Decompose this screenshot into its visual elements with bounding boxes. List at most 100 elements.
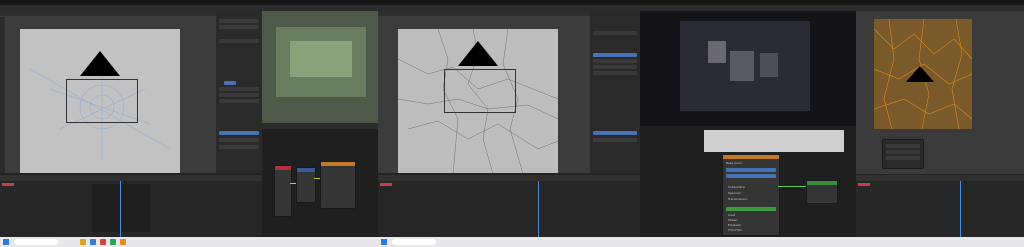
- blender-window-3: [378, 0, 641, 247]
- taskbar-search[interactable]: [392, 239, 436, 245]
- properties-panel[interactable]: [216, 11, 262, 173]
- timeline-header[interactable]: [856, 175, 1024, 181]
- panel-row[interactable]: [219, 19, 259, 23]
- panel-row[interactable]: [219, 99, 259, 103]
- node-header: [297, 168, 315, 172]
- timeline[interactable]: [378, 175, 640, 237]
- timeline-header[interactable]: [0, 175, 262, 181]
- playhead[interactable]: [120, 181, 121, 237]
- app-icon[interactable]: [100, 239, 106, 245]
- panel-row-selected[interactable]: [224, 81, 236, 85]
- frame-rectangle: [444, 69, 516, 113]
- app-icon[interactable]: [80, 239, 86, 245]
- node-header: [807, 181, 837, 185]
- panel-row[interactable]: [593, 65, 637, 69]
- blender-window-1: File Edit Render Window Help: [0, 0, 263, 247]
- menu-row[interactable]: [886, 144, 920, 148]
- panel-row[interactable]: [219, 25, 259, 29]
- app-icon[interactable]: [110, 239, 116, 245]
- shader-node[interactable]: [296, 167, 316, 203]
- node-header: [321, 162, 355, 166]
- panel-row-selected[interactable]: [219, 131, 259, 135]
- panel-row[interactable]: [219, 138, 259, 142]
- menu-row[interactable]: [886, 156, 920, 160]
- node-field-selected[interactable]: [726, 168, 776, 172]
- popup-menu[interactable]: [882, 139, 924, 169]
- shader-editor[interactable]: Base Color Subsurface Specular Transmiss…: [640, 126, 856, 237]
- 3d-viewport[interactable]: [262, 11, 378, 123]
- taskbar-search[interactable]: [14, 239, 58, 245]
- shader-item: Specular: [728, 191, 742, 195]
- windows-start-icon[interactable]: [3, 239, 9, 245]
- panel-row[interactable]: [219, 87, 259, 91]
- windows-taskbar: [0, 237, 262, 247]
- principled-bsdf-node[interactable]: [320, 161, 356, 209]
- windows-taskbar: [378, 237, 640, 247]
- rendered-viewport[interactable]: [640, 11, 856, 126]
- shader-item: Sheen: [728, 218, 738, 222]
- screenshot-strip: File Edit Render Window Help: [0, 0, 1024, 247]
- 3d-viewport[interactable]: [0, 11, 216, 173]
- timeline-header[interactable]: [378, 175, 640, 181]
- windows-taskbar: [856, 237, 1024, 247]
- principled-bsdf-node[interactable]: Base Color Subsurface Specular Transmiss…: [722, 154, 780, 236]
- panel-row[interactable]: [593, 71, 637, 75]
- node-field-green[interactable]: [726, 207, 776, 211]
- shader-item: Coat: [728, 213, 735, 217]
- node-link: [314, 178, 320, 179]
- viewport-header[interactable]: [0, 11, 216, 16]
- triangle-shape: [458, 41, 498, 66]
- blender-window-5: [856, 0, 1024, 247]
- playhead[interactable]: [538, 181, 539, 237]
- frame-rectangle: [66, 79, 138, 123]
- triangle-shape: [80, 51, 120, 76]
- app-icon[interactable]: [90, 239, 96, 245]
- timeline-range-marker: [2, 183, 14, 186]
- panel-row[interactable]: [219, 39, 259, 43]
- picture-frame: [730, 51, 754, 81]
- properties-panel[interactable]: [590, 11, 640, 173]
- panel-row[interactable]: [593, 59, 637, 63]
- windows-start-icon[interactable]: [381, 239, 387, 245]
- node-editor-header[interactable]: [262, 123, 378, 129]
- shader-item: Transmission: [728, 197, 748, 201]
- node-link: [290, 183, 296, 184]
- shader-node[interactable]: [274, 165, 292, 217]
- playhead[interactable]: [960, 181, 961, 237]
- timeline-range-marker: [380, 183, 392, 186]
- windows-taskbar: [640, 237, 856, 247]
- panel-row[interactable]: [219, 145, 259, 149]
- base-color-label: Base Color: [726, 161, 743, 165]
- triangle-shape: [906, 66, 934, 82]
- timeline-track[interactable]: [92, 184, 150, 232]
- shader-item: Emission: [728, 223, 742, 227]
- 3d-viewport[interactable]: [856, 11, 1024, 174]
- panel-row[interactable]: [593, 31, 637, 35]
- blender-window-2: [262, 0, 379, 247]
- 3d-viewport[interactable]: [378, 11, 590, 173]
- tool-shelf[interactable]: [0, 17, 5, 173]
- node-field-selected[interactable]: [726, 174, 776, 178]
- timeline[interactable]: [0, 175, 262, 237]
- node-link: [778, 186, 806, 187]
- shader-item: Subsurface: [728, 185, 745, 189]
- panel-row-selected[interactable]: [593, 53, 637, 57]
- timeline[interactable]: [856, 175, 1024, 237]
- blender-window-4: Base Color Subsurface Specular Transmiss…: [640, 0, 857, 247]
- shader-item: Thin Film: [728, 228, 742, 232]
- node-header: [723, 155, 779, 159]
- picture-frame: [708, 41, 726, 63]
- windows-taskbar: [262, 237, 378, 247]
- node-editor[interactable]: [262, 123, 378, 237]
- color-ramp-preview: [704, 130, 844, 152]
- menu-row[interactable]: [886, 150, 920, 154]
- viewport-header[interactable]: [378, 11, 590, 16]
- app-icon[interactable]: [120, 239, 126, 245]
- panel-row[interactable]: [593, 138, 637, 142]
- panel-row[interactable]: [219, 93, 259, 97]
- panel-row-selected[interactable]: [593, 131, 637, 135]
- material-highlight: [290, 41, 352, 77]
- picture-frame: [760, 53, 778, 77]
- timeline-range-marker: [858, 183, 870, 186]
- output-node[interactable]: [806, 180, 838, 204]
